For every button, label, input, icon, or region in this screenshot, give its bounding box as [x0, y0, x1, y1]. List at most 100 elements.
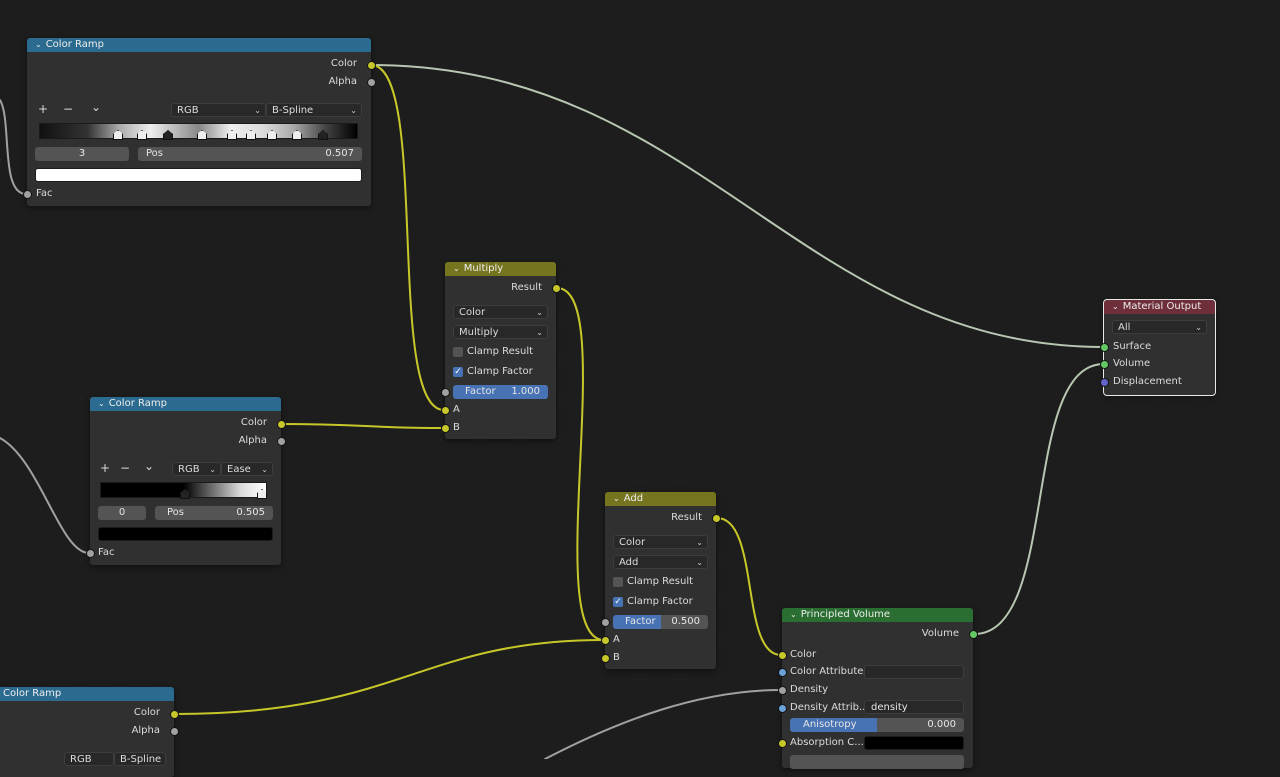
- input-absorption-color-socket[interactable]: [778, 739, 787, 748]
- data-type-dropdown[interactable]: Color ⌄: [453, 305, 548, 319]
- node-header[interactable]: ⌄ Color Ramp: [27, 38, 371, 52]
- clamp-result-checkbox[interactable]: [453, 347, 463, 357]
- collapse-chevron-icon[interactable]: ⌄: [453, 262, 460, 276]
- ramp-menu-button[interactable]: ⌄: [144, 459, 154, 473]
- checkmark-icon: ✓: [454, 367, 462, 377]
- output-alpha-socket[interactable]: [170, 727, 179, 736]
- interpolation-dropdown[interactable]: B-Spline ⌄: [266, 103, 362, 117]
- active-stop-index-field[interactable]: 3: [35, 147, 129, 161]
- output-alpha-socket[interactable]: [367, 78, 376, 87]
- remove-stop-button[interactable]: −: [120, 461, 130, 475]
- link-multiply-result-to-add-a: [556, 287, 605, 641]
- density-attribute-field[interactable]: density: [864, 700, 964, 714]
- input-b-socket[interactable]: [601, 654, 610, 663]
- material-output-node[interactable]: ⌄ Material Output All ⌄ Surface Volume Dis…: [1100, 299, 1216, 396]
- absorption-color-swatch[interactable]: [864, 736, 964, 750]
- clamp-result-checkbox[interactable]: [613, 577, 623, 587]
- output-alpha-socket[interactable]: [277, 437, 286, 446]
- collapse-chevron-icon[interactable]: ⌄: [35, 38, 42, 52]
- color-ramp-bar[interactable]: [100, 482, 267, 499]
- factor-slider[interactable]: Factor 1.000: [453, 385, 548, 399]
- input-density-socket[interactable]: [778, 686, 787, 695]
- input-factor-socket[interactable]: [441, 388, 450, 397]
- color-stop-handle[interactable]: [163, 130, 173, 140]
- output-color-socket[interactable]: [170, 710, 179, 719]
- remove-stop-button[interactable]: −: [63, 102, 73, 116]
- stop-color-swatch[interactable]: [98, 527, 273, 541]
- color-stop-handle[interactable]: [227, 130, 237, 140]
- anisotropy-slider[interactable]: Anisotropy 0.000: [790, 718, 964, 732]
- stop-position-field[interactable]: Pos 0.507: [138, 147, 362, 161]
- color-attribute-field[interactable]: [864, 665, 964, 679]
- principled-volume-node[interactable]: ⌄ Principled Volume Volume Color Color At…: [778, 608, 978, 769]
- color-stop-handle[interactable]: [137, 130, 147, 140]
- color-stop-handle[interactable]: [292, 130, 302, 140]
- clamp-factor-checkbox[interactable]: ✓: [453, 367, 463, 377]
- color-ramp-bar[interactable]: [39, 123, 358, 140]
- link-ramp2-color-to-multiply-b: [280, 423, 445, 429]
- link-volume-to-output-volume: [973, 363, 1105, 635]
- input-density-attribute-socket[interactable]: [778, 704, 787, 713]
- color-mode-dropdown[interactable]: RGB: [64, 752, 114, 766]
- color-stop-handle[interactable]: [257, 489, 267, 499]
- stop-color-swatch[interactable]: [35, 168, 362, 182]
- output-color-socket[interactable]: [367, 61, 376, 70]
- input-b-socket[interactable]: [441, 424, 450, 433]
- node-header[interactable]: ⌄ Add: [605, 492, 716, 506]
- input-color-attribute-socket[interactable]: [778, 668, 787, 677]
- color-stop-handle[interactable]: [267, 130, 277, 140]
- data-type-dropdown[interactable]: Color ⌄: [613, 535, 708, 549]
- node-header[interactable]: ⌄ Color Ramp: [90, 397, 281, 411]
- input-surface-socket[interactable]: [1100, 343, 1109, 352]
- color-ramp-node-3[interactable]: Color Ramp Color Alpha RGB B-Spline: [0, 687, 179, 777]
- interpolation-dropdown[interactable]: B-Spline: [114, 752, 166, 766]
- output-volume-socket[interactable]: [969, 630, 978, 639]
- blend-type-dropdown[interactable]: Add ⌄: [613, 555, 708, 569]
- active-stop-index-field[interactable]: 0: [98, 506, 146, 520]
- interpolation-value: B-Spline: [272, 105, 314, 116]
- input-fac-socket[interactable]: [86, 549, 95, 558]
- mix-multiply-node[interactable]: ⌄ Multiply Result Color ⌄ Multiply ⌄ Clamp …: [441, 262, 561, 439]
- output-result-socket[interactable]: [552, 284, 561, 293]
- add-stop-button[interactable]: +: [38, 102, 48, 116]
- factor-slider[interactable]: Factor 0.500: [613, 615, 708, 629]
- collapse-chevron-icon[interactable]: ⌄: [98, 397, 105, 411]
- color-ramp-node-2[interactable]: ⌄ Color Ramp Color Alpha + − ⌄ RGB ⌄ Ease ⌄…: [86, 397, 286, 565]
- mix-add-node[interactable]: ⌄ Add Result Color ⌄ Add ⌄ Clamp Result ✓ C…: [601, 492, 721, 669]
- blend-type-dropdown[interactable]: Multiply ⌄: [453, 325, 548, 339]
- color-stop-handle-active[interactable]: [180, 489, 190, 499]
- input-a-label: A: [613, 634, 620, 645]
- output-color-socket[interactable]: [277, 420, 286, 429]
- add-stop-button[interactable]: +: [100, 461, 110, 475]
- color-stop-handle[interactable]: [246, 130, 256, 140]
- interpolation-dropdown[interactable]: Ease ⌄: [221, 462, 273, 476]
- collapse-chevron-icon[interactable]: ⌄: [613, 492, 620, 506]
- color-stop-handle[interactable]: [113, 130, 123, 140]
- ramp-menu-button[interactable]: ⌄: [91, 100, 101, 114]
- collapse-chevron-icon[interactable]: ⌄: [1112, 300, 1119, 314]
- target-dropdown[interactable]: All ⌄: [1112, 320, 1207, 334]
- color-mode-dropdown[interactable]: RGB ⌄: [172, 462, 221, 476]
- input-color-socket[interactable]: [778, 651, 787, 660]
- node-header[interactable]: Color Ramp: [0, 687, 174, 701]
- input-volume-socket[interactable]: [1100, 360, 1109, 369]
- input-factor-socket[interactable]: [601, 618, 610, 627]
- input-a-socket[interactable]: [601, 636, 610, 645]
- node-header[interactable]: ⌄ Principled Volume: [782, 608, 973, 622]
- node-title: Color Ramp: [45, 39, 104, 50]
- node-header[interactable]: ⌄ Material Output: [1104, 300, 1215, 314]
- node-header[interactable]: ⌄ Multiply: [445, 262, 556, 276]
- input-b-label: B: [613, 652, 620, 663]
- color-stop-handle-active[interactable]: [197, 130, 207, 140]
- input-a-socket[interactable]: [441, 406, 450, 415]
- output-result-socket[interactable]: [712, 514, 721, 523]
- stop-position-field[interactable]: Pos 0.505: [155, 506, 273, 520]
- color-ramp-node-1[interactable]: ⌄ Color Ramp Color Alpha + − ⌄ RGB ⌄ B-Spl…: [23, 38, 376, 206]
- clamp-factor-checkbox[interactable]: ✓: [613, 597, 623, 607]
- color-mode-dropdown[interactable]: RGB ⌄: [171, 103, 266, 117]
- color-stop-handle[interactable]: [318, 130, 328, 140]
- input-fac-socket[interactable]: [23, 190, 32, 199]
- input-displacement-socket[interactable]: [1100, 378, 1109, 387]
- emission-strength-slider-partial[interactable]: [790, 755, 964, 769]
- collapse-chevron-icon[interactable]: ⌄: [790, 608, 797, 622]
